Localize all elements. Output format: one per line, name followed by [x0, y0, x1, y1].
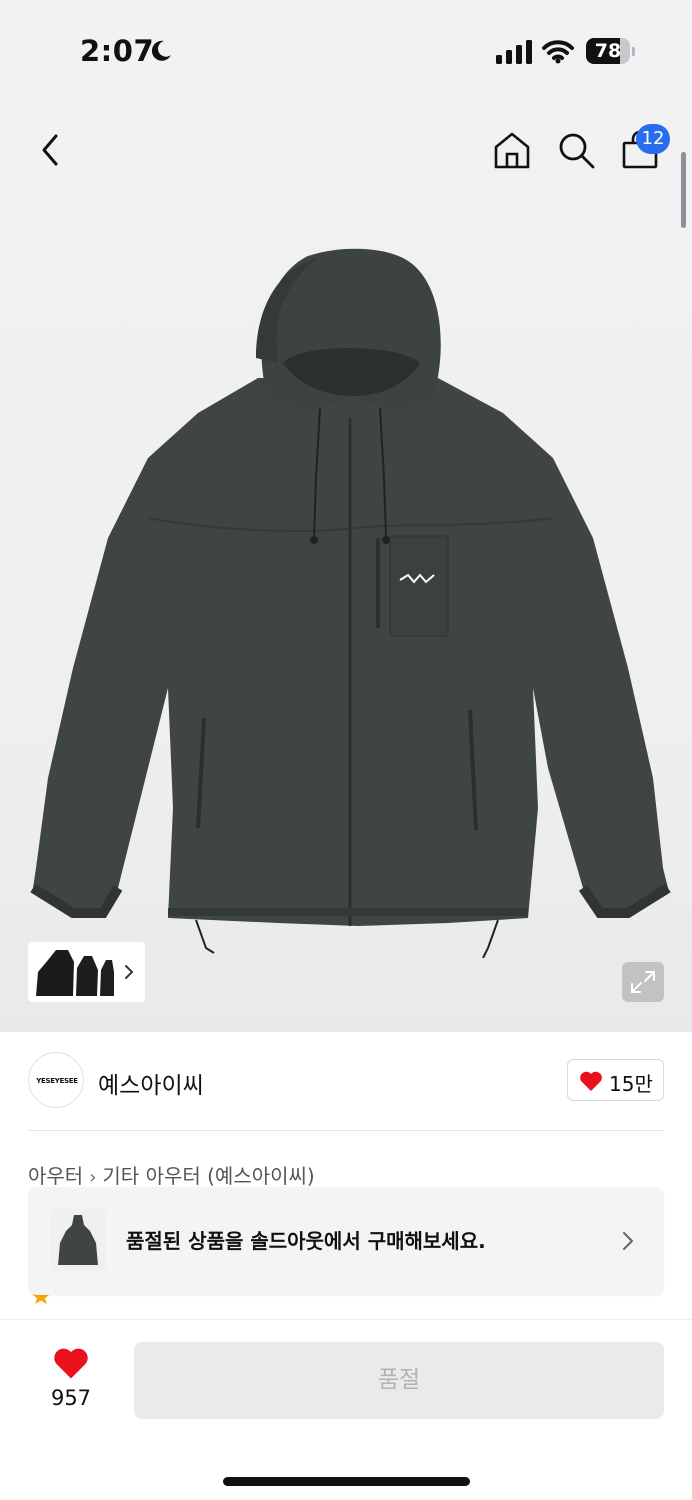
product-image-jacket[interactable] [28, 248, 674, 958]
status-time: 2:07 [80, 34, 155, 68]
brand-name[interactable]: 예스아이씨 [98, 1066, 204, 1100]
thumbnail-strip[interactable] [28, 942, 145, 1002]
home-indicator[interactable] [223, 1477, 470, 1486]
home-icon[interactable] [492, 130, 532, 170]
banner-text: 품절된 상품을 솔드아웃에서 구매해보세요. [126, 1229, 486, 1253]
search-icon[interactable] [556, 130, 596, 170]
divider [28, 1130, 664, 1131]
brand-logo[interactable]: YESEYESEE [28, 1052, 84, 1108]
chevron-left-icon[interactable] [34, 130, 68, 170]
heart-icon [580, 1071, 602, 1091]
battery-level-text: 78 [594, 40, 622, 62]
wishlist-count: 957 [50, 1386, 92, 1410]
brand-like-button[interactable]: 15만 [567, 1059, 664, 1101]
breadcrumb-item-outer[interactable]: 아우터 [28, 1160, 83, 1189]
heart-icon [54, 1348, 88, 1379]
divider [0, 1319, 692, 1320]
chevron-right-icon: › [89, 1167, 97, 1188]
chevron-right-icon [623, 1232, 633, 1250]
battery-indicator: 78 [586, 38, 636, 64]
breadcrumb-item-other-outer[interactable]: 기타 아우터 (예스아이씨) [102, 1160, 314, 1189]
cellular-signal-icon [496, 40, 532, 64]
soldout-banner[interactable]: 품절된 상품을 솔드아웃에서 구매해보세요. [28, 1187, 664, 1295]
product-image-area[interactable]: 2:07 78 12 [0, 0, 692, 1032]
status-bar: 2:07 78 [0, 0, 692, 100]
cart-count-badge: 12 [636, 124, 670, 154]
soldout-button[interactable]: 품절 [134, 1342, 664, 1419]
wifi-icon [542, 40, 574, 64]
wishlist-button[interactable]: 957 [36, 1344, 106, 1414]
brand-like-count: 15만 [609, 1072, 653, 1096]
scrollbar [681, 152, 686, 228]
expand-image-button[interactable] [622, 962, 664, 1002]
banner-product-thumbnail [50, 1209, 106, 1271]
breadcrumb: 아우터 › 기타 아우터 (예스아이씨) [28, 1160, 315, 1189]
thumbnail-images[interactable] [28, 942, 145, 1002]
moon-icon [151, 40, 171, 61]
expand-icon [631, 971, 655, 993]
